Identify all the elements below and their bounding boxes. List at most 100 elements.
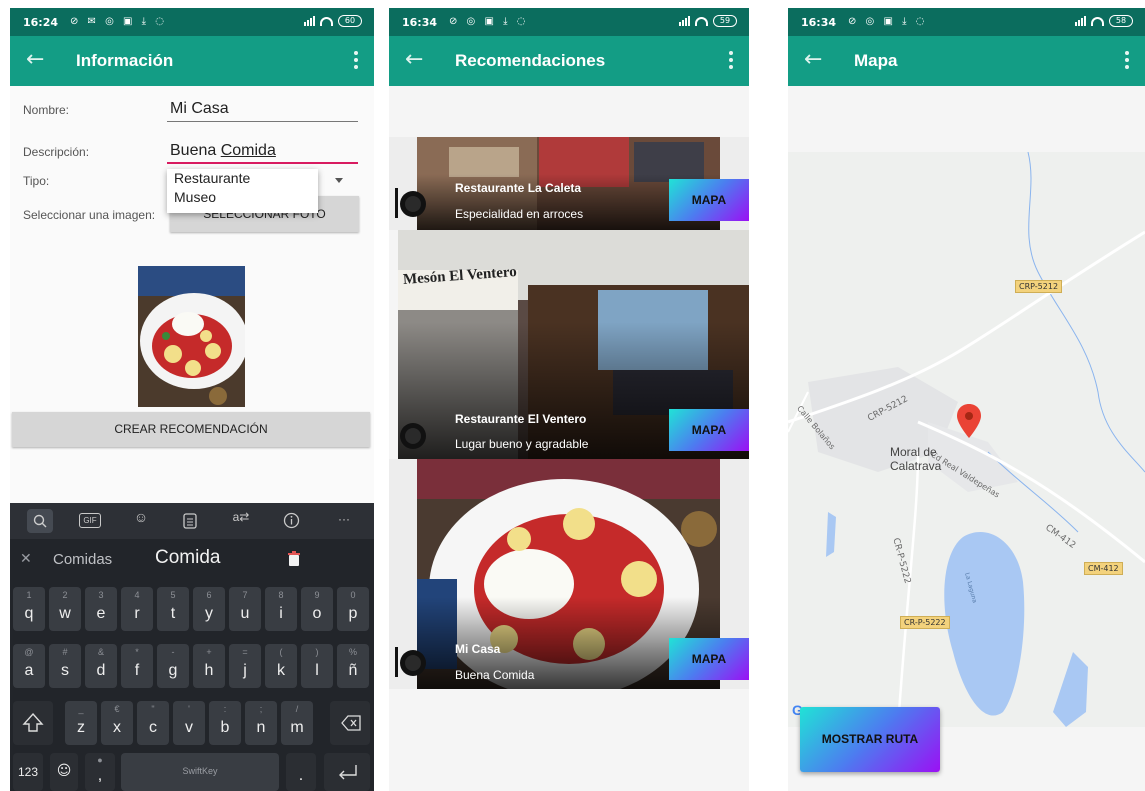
show-route-button[interactable]: MOSTRAR RUTA xyxy=(800,707,940,772)
key-k[interactable]: (k xyxy=(265,644,297,688)
comma-key[interactable]: ●, xyxy=(85,753,115,791)
key-r[interactable]: 4r xyxy=(121,587,153,631)
clipboard-icon[interactable] xyxy=(181,512,199,530)
key-d[interactable]: & d xyxy=(85,644,117,688)
key-x[interactable]: € x xyxy=(101,701,133,745)
signal-icon xyxy=(304,16,315,26)
back-arrow-icon[interactable]: ← xyxy=(26,47,44,72)
space-key[interactable]: SwiftKey xyxy=(121,753,279,791)
create-recommendation-button[interactable]: CREAR RECOMENDACIÓN xyxy=(12,412,370,447)
key-secondary: : xyxy=(223,704,227,714)
shift-key[interactable] xyxy=(13,701,53,745)
translate-icon[interactable]: a⇄ xyxy=(230,510,252,528)
map-view[interactable]: Calle Bolaños CRP-5212 Cd Real Valdepeña… xyxy=(788,152,1145,727)
wifi-icon xyxy=(695,16,708,26)
recommendation-card[interactable]: Mi Casa Buena Comida MAPA xyxy=(389,459,749,689)
app-bar: ← Mapa xyxy=(788,36,1145,86)
backspace-key[interactable] xyxy=(330,701,370,745)
status-right: 60 xyxy=(304,15,362,27)
overflow-menu-icon[interactable] xyxy=(1125,51,1129,69)
key-y[interactable]: 6y xyxy=(193,587,225,631)
enter-key[interactable] xyxy=(324,753,370,791)
key-c[interactable]: " c xyxy=(137,701,169,745)
key-l[interactable]: ) l xyxy=(301,644,333,688)
suggestion-1[interactable]: Comidas xyxy=(53,551,112,568)
key-secondary: 2 xyxy=(62,590,68,600)
key-n-tilde[interactable]: % ñ xyxy=(337,644,369,688)
recommendation-card[interactable]: Restaurante La Caleta Especialidad en ar… xyxy=(389,137,749,230)
key-secondary: 3 xyxy=(98,590,104,600)
key-primary: q xyxy=(24,605,34,622)
map-button[interactable]: MAPA xyxy=(669,179,749,221)
key-p[interactable]: 0p xyxy=(337,587,369,631)
type-option-museo[interactable]: Museo xyxy=(167,188,318,207)
key-n[interactable]: ; n xyxy=(245,701,277,745)
key-primary: ñ xyxy=(348,662,358,679)
back-arrow-icon[interactable]: ← xyxy=(804,47,822,72)
key-v[interactable]: ' v xyxy=(173,701,205,745)
key-m[interactable]: / m xyxy=(281,701,313,745)
key-secondary: 6 xyxy=(206,590,212,600)
key-h[interactable]: + h xyxy=(193,644,225,688)
key-f[interactable]: * f xyxy=(121,644,153,688)
emoji-icon: ☺ xyxy=(56,763,72,779)
search-icon[interactable] xyxy=(27,509,53,533)
sticker-icon[interactable]: ☺ xyxy=(132,509,150,527)
name-input[interactable]: Mi Casa xyxy=(170,100,229,118)
key-i[interactable]: 8i xyxy=(265,587,297,631)
key-b[interactable]: :b xyxy=(209,701,241,745)
description-input[interactable]: Buena Comida xyxy=(170,142,276,160)
type-dropdown-menu[interactable]: Restaurante Museo xyxy=(167,169,318,213)
bin-icon[interactable] xyxy=(287,551,301,566)
wifi-icon xyxy=(1091,16,1104,26)
key-secondary: 8 xyxy=(278,590,284,600)
key-secondary: 5 xyxy=(170,590,176,600)
map-button[interactable]: MAPA xyxy=(669,638,749,680)
key-s[interactable]: # s xyxy=(49,644,81,688)
key-e[interactable]: 3e xyxy=(85,587,117,631)
overflow-menu-icon[interactable] xyxy=(354,51,358,69)
description-text: Buena xyxy=(170,142,221,159)
gif-icon[interactable]: GIF xyxy=(79,513,101,528)
key-primary: n xyxy=(256,719,266,736)
key-g[interactable]: -g xyxy=(157,644,189,688)
key-z[interactable]: _ z xyxy=(65,701,97,745)
key-w[interactable]: 2w xyxy=(49,587,81,631)
key-primary: 123 xyxy=(17,765,39,779)
key-primary: o xyxy=(312,605,322,622)
map-button[interactable]: MAPA xyxy=(669,409,749,451)
period-key[interactable]: . xyxy=(286,753,316,791)
emoji-key[interactable]: ☺ xyxy=(50,753,78,791)
card-title: Mi Casa xyxy=(455,642,501,656)
back-arrow-icon[interactable]: ← xyxy=(405,47,423,72)
key-secondary: / xyxy=(295,704,299,714)
key-o[interactable]: 9o xyxy=(301,587,333,631)
status-right: 58 xyxy=(1075,15,1133,27)
numbers-key[interactable]: 123 xyxy=(13,753,43,791)
more-icon[interactable]: ··· xyxy=(336,512,352,530)
key-primary: a xyxy=(24,662,34,679)
key-a[interactable]: @ a xyxy=(13,644,45,688)
notification-icons: ⊘ ◎ ▣ ⤓ ◌ xyxy=(449,16,529,27)
key-secondary: € xyxy=(114,704,120,714)
key-secondary: & xyxy=(97,647,104,657)
key-primary: t xyxy=(170,605,176,622)
key-secondary: + xyxy=(206,647,212,657)
key-j[interactable]: = j xyxy=(229,644,261,688)
app-bar: ← Recomendaciones xyxy=(389,36,749,86)
key-secondary: ( xyxy=(279,647,283,657)
chevron-down-icon[interactable] xyxy=(335,178,343,183)
suggestion-bar: ✕ Comidas Comida xyxy=(10,539,374,577)
overflow-menu-icon[interactable] xyxy=(729,51,733,69)
recommendation-card[interactable]: Mesón El Ventero Restaurante El Ventero … xyxy=(398,230,749,459)
key-primary: g xyxy=(168,662,178,679)
key-u[interactable]: 7u xyxy=(229,587,261,631)
status-time: 16:34 xyxy=(801,16,837,29)
type-option-restaurante[interactable]: Restaurante xyxy=(167,169,318,188)
key-q[interactable]: 1q xyxy=(13,587,45,631)
collapse-icon[interactable]: ✕ xyxy=(20,550,32,567)
key-t[interactable]: 5t xyxy=(157,587,189,631)
suggestion-2[interactable]: Comida xyxy=(155,547,220,569)
info-icon[interactable] xyxy=(282,512,300,530)
keyboard-toolbar: GIF ☺ a⇄ ··· xyxy=(10,503,374,539)
